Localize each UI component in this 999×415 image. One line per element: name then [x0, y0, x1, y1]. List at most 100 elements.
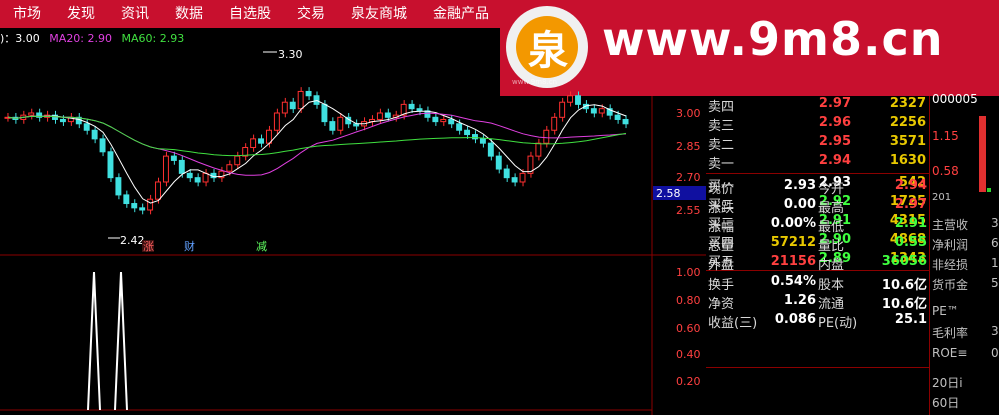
candle-body	[139, 207, 146, 211]
y-tick-label: 3.00	[676, 107, 701, 120]
fundamental-label[interactable]: 毛利率	[932, 324, 968, 341]
mini-tick: 0.58	[932, 164, 959, 178]
candle-body	[519, 172, 526, 183]
candle-body	[408, 103, 415, 110]
event-label-finance[interactable]: 财	[184, 239, 195, 253]
indicator-lines	[87, 271, 128, 411]
sell-price: 2.96	[818, 115, 851, 130]
stat-label: 现价	[708, 182, 735, 197]
stat-value: 2.93	[783, 178, 816, 193]
candle-body	[448, 118, 455, 125]
stat-label: 量比	[818, 239, 845, 254]
stat-value: 0.54%	[770, 274, 816, 289]
stat-label: PE(动)	[818, 316, 858, 331]
stat-label: 股本	[818, 278, 845, 293]
stat-value: 2.94	[894, 178, 927, 193]
candle-body	[250, 138, 257, 148]
fundamental-value: 6	[991, 236, 999, 250]
candle-body	[258, 138, 264, 144]
sell-volume: 2327	[889, 96, 926, 111]
fundamental-label[interactable]: 20日i	[932, 374, 963, 391]
fundamentals-panel: 000005 1.15 0.58 201 主营收 3 净利润 6 非经损 1 货币金 52 PE…	[929, 92, 999, 415]
stat-label: 涨跌	[708, 201, 735, 216]
stat-row: 涨跌 0.00 最高 2.97	[706, 197, 929, 216]
candle-body	[234, 155, 241, 166]
stat-label: 外盘	[708, 258, 735, 273]
candle-body	[440, 118, 447, 123]
y-tick-label: 1.00	[676, 266, 701, 279]
y-tick-label: 0.80	[676, 294, 701, 307]
sell-row-3[interactable]: 卖三 2.96 2256	[706, 115, 929, 134]
sell-row-1[interactable]: 卖一 2.94 1630	[706, 153, 929, 172]
stat-label: 流通	[818, 297, 845, 312]
sell-price: 2.94	[818, 153, 851, 168]
candle-body	[186, 172, 193, 179]
stat-value: 2.97	[894, 197, 927, 212]
stat-label: 换手	[708, 278, 735, 293]
candle-body	[598, 108, 605, 114]
fundamental-label[interactable]: 净利润	[932, 236, 968, 253]
current-price-label: 2.58	[656, 187, 681, 200]
candle-body	[162, 155, 169, 183]
stat-value: 10.6亿	[881, 297, 927, 312]
candle-body	[503, 168, 510, 179]
low-annotation: 2.42	[120, 234, 145, 247]
candle-body	[535, 142, 542, 157]
indicator-spike	[87, 271, 101, 411]
sell-row-4[interactable]: 卖四 2.97 2327	[706, 96, 929, 115]
candle-body	[313, 95, 320, 105]
candle-body	[337, 116, 344, 131]
stat-value: 21156	[770, 254, 816, 269]
candle-body	[289, 101, 296, 110]
stat-value: 0.55	[894, 235, 927, 250]
fundamental-value: 1	[991, 256, 999, 270]
stock-code[interactable]: 000005	[932, 92, 978, 106]
event-label-reduce[interactable]: 减	[256, 240, 267, 253]
candle-body	[575, 95, 581, 105]
candle-body	[495, 155, 502, 170]
candle-body	[472, 134, 478, 140]
fundamental-label[interactable]: 主营收	[932, 216, 968, 233]
candle-body	[131, 203, 138, 209]
fundamental-value: 3	[991, 324, 999, 338]
stat-row: 换手 0.54% 股本 10.6亿	[706, 274, 929, 293]
stat-value: 2.91	[894, 216, 927, 231]
candle-body	[376, 112, 383, 120]
candle-body	[59, 118, 66, 123]
fundamental-label[interactable]: 60日	[932, 394, 959, 411]
candle-body	[487, 142, 494, 157]
fundamental-value: 3	[991, 216, 999, 230]
stat-row: 总量 57212 量比 0.55	[706, 235, 929, 254]
fundamental-label[interactable]: 非经损	[932, 256, 968, 273]
candle-body	[551, 116, 558, 131]
stat-label: 最低	[818, 220, 845, 235]
event-label-up[interactable]: 涨	[143, 240, 154, 253]
candle-body	[170, 155, 177, 161]
sell-volume: 3571	[889, 134, 926, 149]
stat-value: 25.1	[894, 312, 927, 327]
candle-body	[456, 123, 463, 131]
candle-body	[99, 138, 106, 153]
candle-body	[28, 112, 35, 116]
fundamental-label[interactable]: 货币金	[932, 276, 968, 293]
stat-row: 外盘 21156 内盘 36056	[706, 254, 929, 273]
price-chart[interactable]: 3.00 2.85 2.70 2.55 2.58 3.30 2.42 涨 财 减…	[0, 0, 706, 415]
fundamental-label[interactable]: ROE≡	[932, 346, 967, 360]
candle-body	[202, 172, 209, 183]
y-tick-label: 0.20	[676, 375, 701, 388]
fundamental-label[interactable]: PE™	[932, 304, 959, 318]
sell-price: 2.95	[818, 134, 851, 149]
candle-body	[479, 138, 486, 144]
candle-body	[305, 90, 312, 97]
stat-value: 57212	[770, 235, 816, 250]
sell-row-2[interactable]: 卖二 2.95 3571	[706, 134, 929, 153]
stat-row: 现价 2.93 今开 2.94	[706, 178, 929, 197]
candle-body	[416, 108, 423, 112]
y-tick-label: 2.85	[676, 140, 701, 153]
candle-body	[329, 121, 336, 131]
sell-volume: 1630	[889, 153, 926, 168]
quote-panel: 卖四 2.97 2327 卖三 2.96 2256 卖二 2.95 3571 卖…	[706, 96, 929, 415]
stat-label: 今开	[818, 182, 845, 197]
y-tick-label: 2.55	[676, 204, 701, 217]
candle-body	[115, 177, 122, 196]
